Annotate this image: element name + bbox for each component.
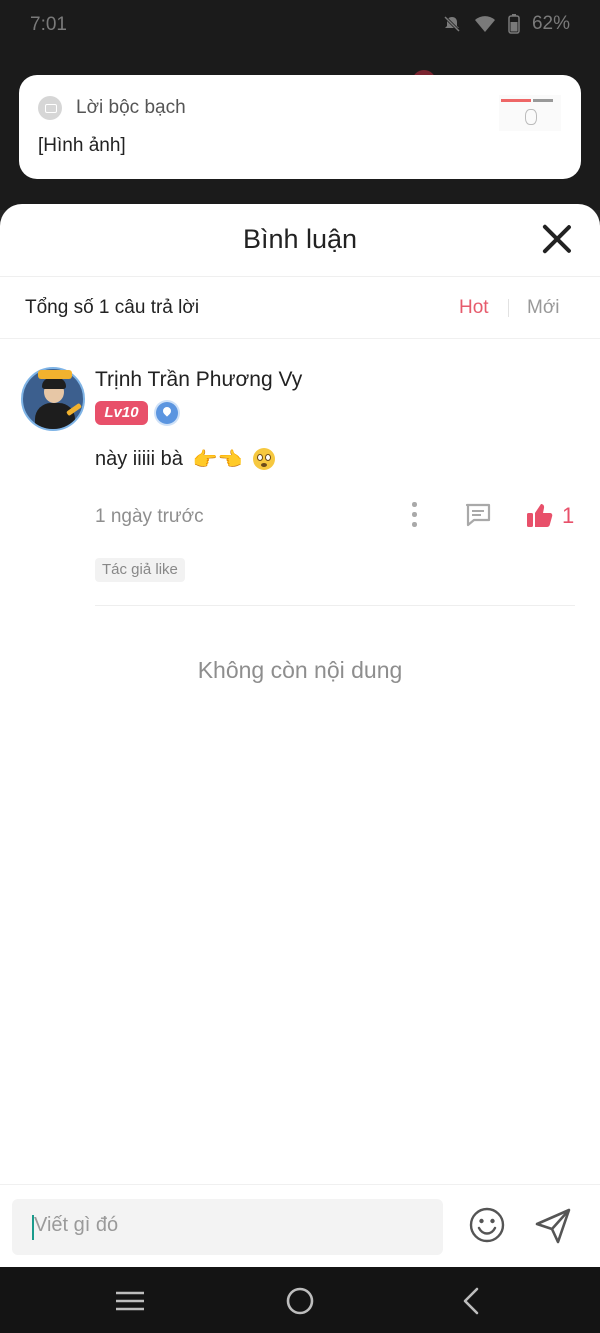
- reply-count: Tổng số 1 câu trả lời: [25, 297, 200, 318]
- notification-title: Lời bộc bạch: [76, 97, 186, 118]
- comment-summary-row: Tổng số 1 câu trả lời Hot Mới: [0, 276, 600, 339]
- avatar-frame-badge: [38, 370, 72, 379]
- sort-new-tab[interactable]: Mới: [527, 297, 560, 319]
- input-placeholder: Viết gì đó: [34, 1214, 119, 1236]
- notification-thumbnail: [499, 95, 561, 131]
- system-nav-bar: [0, 1267, 600, 1333]
- vip-drop-icon: [156, 402, 178, 424]
- wifi-icon: [474, 16, 495, 32]
- recents-menu-icon[interactable]: [113, 1284, 147, 1318]
- home-circle-icon[interactable]: [283, 1284, 317, 1318]
- sort-hot-tab[interactable]: Hot: [459, 297, 489, 319]
- notification-text: [Hình ảnh]: [38, 135, 126, 156]
- comment-divider: [95, 605, 575, 606]
- close-icon[interactable]: [540, 222, 574, 256]
- emoji-icon[interactable]: [469, 1207, 505, 1243]
- status-icons: 62%: [442, 13, 570, 35]
- send-icon[interactable]: [534, 1207, 572, 1245]
- reply-icon[interactable]: [464, 502, 492, 528]
- battery-percent: 62%: [531, 13, 570, 34]
- like-count: 1: [562, 503, 575, 528]
- flushed-face-emoji: [252, 448, 275, 470]
- level-badge: Lv10: [95, 401, 148, 425]
- thumbs-up-icon: [527, 504, 553, 527]
- notification-card[interactable]: Lời bộc bạch [Hình ảnh]: [19, 75, 581, 179]
- status-bar: 7:01 62%: [0, 0, 600, 50]
- comment-text: này iiiii bà: [95, 447, 183, 470]
- comments-sheet: Bình luận Tổng số 1 câu trả lời Hot Mới …: [0, 204, 600, 1268]
- sheet-title: Bình luận: [242, 224, 358, 254]
- more-options-icon[interactable]: [409, 502, 419, 528]
- back-chevron-icon[interactable]: [455, 1284, 489, 1318]
- author-liked-tag: Tác giả like: [95, 558, 185, 582]
- comment-time: 1 ngày trước: [95, 506, 204, 527]
- like-button[interactable]: 1: [526, 500, 586, 530]
- end-of-content-text: Không còn nội dung: [197, 657, 403, 683]
- status-time: 7:01: [30, 14, 67, 35]
- sort-divider: [508, 299, 509, 317]
- composer-bar: Viết gì đó: [0, 1184, 600, 1268]
- message-icon: [38, 96, 62, 120]
- pointing-emoji: 👉👈: [192, 447, 243, 471]
- comment-body: này iiiii bà 👉👈: [95, 447, 275, 471]
- comment-input[interactable]: Viết gì đó: [12, 1199, 443, 1255]
- comment-author[interactable]: Trịnh Trần Phương Vy: [95, 368, 302, 392]
- notifications-off-icon: [443, 15, 461, 33]
- battery-icon: [508, 14, 520, 34]
- sheet-header: Bình luận: [0, 204, 600, 277]
